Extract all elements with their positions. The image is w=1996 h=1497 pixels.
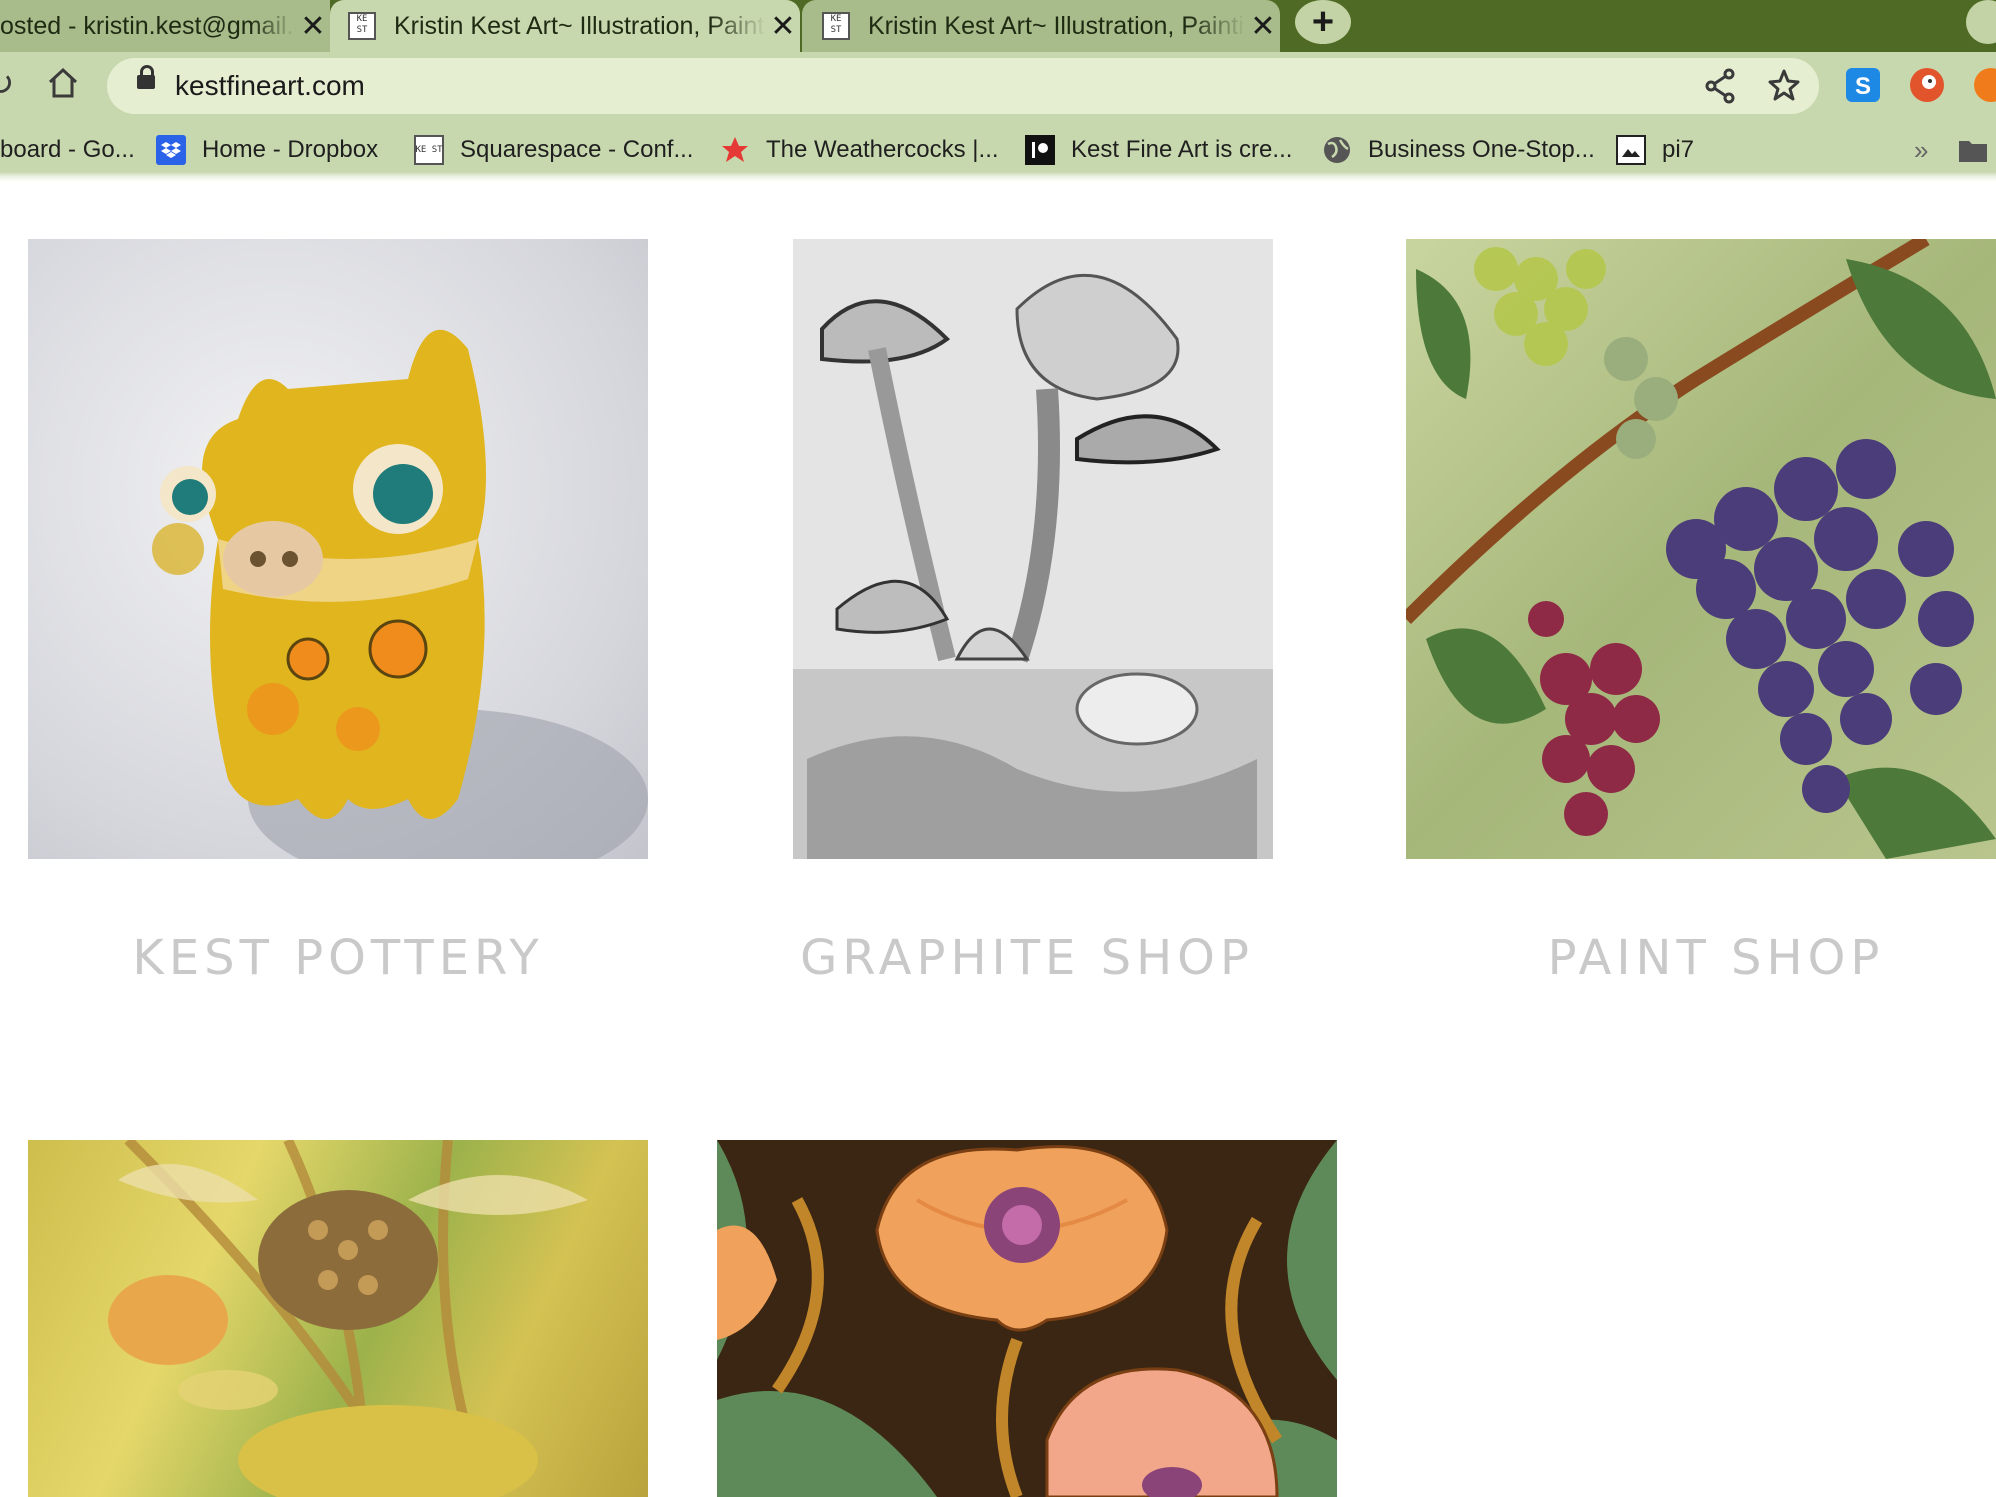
bookmark-dropbox[interactable]: Home - Dropbox: [156, 125, 378, 175]
bookmark-label: Kest Fine Art is cre...: [1071, 136, 1293, 163]
gallery-label-kest-pottery[interactable]: KEST POTTERY: [28, 930, 648, 986]
share-icon[interactable]: [1703, 66, 1737, 106]
close-icon[interactable]: ✕: [1246, 9, 1280, 44]
new-tab-button[interactable]: +: [1295, 0, 1351, 44]
tab-search-button[interactable]: [1966, 0, 1996, 44]
bookmark-label: Business One-Stop...: [1368, 136, 1595, 163]
kest-favicon-icon: KE ST: [348, 12, 376, 40]
globe-icon: [1322, 135, 1352, 165]
skype-extension-icon[interactable]: S: [1846, 68, 1880, 102]
tab-title: osted - kristin.kest@gmail.com: [0, 11, 296, 40]
bookmark-star-icon[interactable]: [1767, 66, 1801, 106]
kest-logo-icon: KE ST: [414, 135, 444, 165]
close-icon[interactable]: ✕: [766, 9, 800, 44]
image-icon: [1616, 135, 1646, 165]
gallery-label-graphite-shop[interactable]: GRAPHITE SHOP: [717, 930, 1337, 986]
bookmark-pi7[interactable]: pi7: [1616, 125, 1694, 175]
tab-kestfineart-active[interactable]: KE ST Kristin Kest Art~ Illustration, Pa…: [330, 0, 800, 52]
close-icon[interactable]: ✕: [296, 9, 330, 44]
bookmark-weathercocks[interactable]: The Weathercocks |...: [720, 125, 999, 175]
bookmarks-overflow-button[interactable]: »: [1914, 125, 1928, 175]
kest-favicon-icon: KE ST: [822, 12, 850, 40]
gallery-image-graphite-shop[interactable]: [717, 239, 1337, 859]
bookmark-label: The Weathercocks |...: [766, 136, 999, 163]
svg-text:S: S: [1855, 73, 1871, 100]
home-icon[interactable]: [46, 66, 80, 100]
address-bar[interactable]: kestfineart.com: [107, 58, 1819, 114]
tab-title: Kristin Kest Art~ Illustration, Painting: [868, 11, 1246, 40]
patreon-icon: [1025, 135, 1055, 165]
tab-kestfineart[interactable]: KE ST Kristin Kest Art~ Illustration, Pa…: [802, 0, 1280, 52]
other-bookmarks-folder-icon[interactable]: [1958, 125, 1988, 175]
tab-gmail[interactable]: osted - kristin.kest@gmail.com ✕: [0, 0, 330, 52]
tab-strip: osted - kristin.kest@gmail.com ✕ KE ST K…: [0, 0, 1996, 52]
overflow-chevron-icon: »: [1914, 134, 1929, 165]
gallery-image-kest-pottery[interactable]: [28, 239, 648, 859]
tab-title: Kristin Kest Art~ Illustration, Painting: [394, 11, 766, 40]
bookmark-label: Squarespace - Conf...: [460, 136, 694, 163]
duckduckgo-extension-icon[interactable]: [1910, 68, 1944, 102]
bookmark-label: board - Go...: [0, 136, 135, 163]
bookmark-patreon[interactable]: Kest Fine Art is cre...: [1025, 125, 1292, 175]
reload-icon[interactable]: ↻: [0, 64, 15, 104]
url-text[interactable]: kestfineart.com: [175, 70, 365, 102]
gallery-label-paint-shop[interactable]: PAINT SHOP: [1406, 930, 1996, 986]
toolbar-divider: [0, 172, 1996, 182]
gallery-image-paint-shop[interactable]: [1406, 239, 1996, 859]
bookmark-label: pi7: [1662, 136, 1695, 163]
dropbox-icon: [156, 135, 186, 165]
bookmark-label: Home - Dropbox: [202, 136, 379, 163]
bookmark-squarespace[interactable]: KE ST Squarespace - Conf...: [414, 125, 693, 175]
bookmarks-bar: board - Go... Home - Dropbox KE ST Squar…: [0, 125, 1996, 175]
bookmark-business[interactable]: Business One-Stop...: [1322, 125, 1595, 175]
bookmark-board[interactable]: board - Go...: [0, 125, 135, 175]
lock-icon[interactable]: [137, 65, 155, 89]
red-star-icon: [720, 135, 750, 165]
gallery-image-winged-pod[interactable]: [28, 1140, 648, 1497]
gallery-image-poppy-pattern[interactable]: [717, 1140, 1337, 1497]
